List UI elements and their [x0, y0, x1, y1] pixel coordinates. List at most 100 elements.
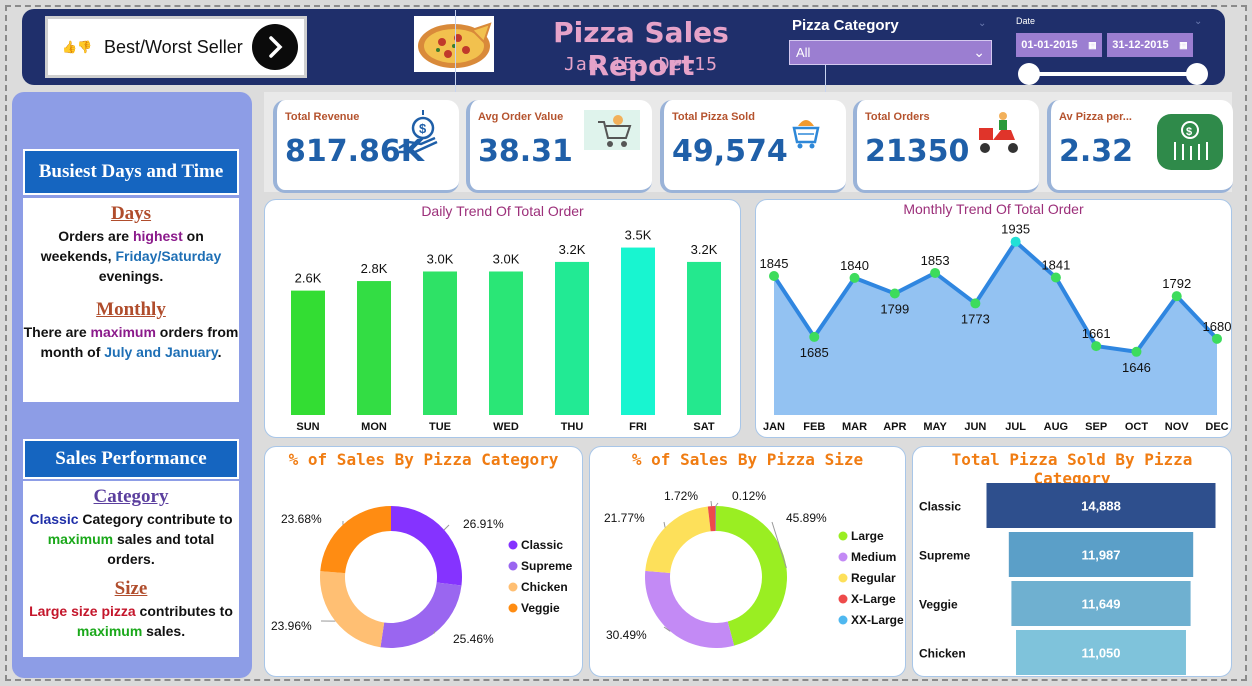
category-subheading: Category	[93, 486, 169, 507]
calendar-icon[interactable]: ▦	[1179, 40, 1188, 51]
legend-label: X-Large	[851, 592, 896, 606]
money-hand-icon: $	[398, 110, 438, 154]
legend-marker	[838, 594, 848, 604]
data-label: 1685	[800, 345, 829, 360]
daily-trend-chart: 2.6K SUN 2.8K MON 3.0K TUE 3.0K WED 3.2K THU 3.5K F…	[291, 228, 721, 433]
data-label: 1840	[840, 258, 869, 273]
busiest-body: Days Orders are highest on weekends, Fri…	[23, 198, 239, 402]
date-slider-end-handle[interactable]	[1186, 63, 1208, 85]
chevron-down-icon[interactable]: ⌄	[978, 18, 986, 29]
kpi-title: Total Revenue	[285, 111, 360, 123]
size-donut-chart: 45.89% Large 30.49% Medium 21.77% Regular 1.72…	[604, 489, 904, 648]
x-tick-label: AUG	[1044, 421, 1068, 433]
data-label: 30.49%	[606, 628, 647, 642]
bar	[687, 261, 721, 415]
x-tick-label: JUN	[964, 421, 986, 433]
x-tick-label: MAR	[842, 421, 867, 433]
legend-label: Large	[851, 529, 884, 543]
bar	[291, 290, 325, 415]
data-point	[889, 288, 900, 299]
x-tick-label: FRI	[629, 421, 647, 433]
data-label: 1661	[1082, 326, 1111, 341]
x-tick-label: DEC	[1205, 421, 1228, 433]
x-tick-label: THU	[561, 421, 584, 433]
data-point	[970, 298, 981, 309]
pizza-icon	[414, 16, 494, 72]
category-filter-value: All	[796, 45, 811, 60]
svg-text:$: $	[1186, 126, 1192, 138]
data-label: 3.5K	[625, 228, 652, 243]
calendar-icon[interactable]: ▦	[1088, 40, 1097, 51]
size-text: Large size pizza contributes to maximum …	[29, 603, 233, 639]
data-label: 3.0K	[493, 251, 520, 266]
data-label: 14,888	[1081, 499, 1121, 514]
donut-slice	[645, 570, 735, 648]
legend-label: Chicken	[521, 580, 568, 594]
legend-marker	[508, 603, 518, 613]
bar	[423, 271, 457, 415]
date-end-value: 31-12-2015	[1112, 39, 1169, 51]
date-slider-start-handle[interactable]	[1018, 63, 1040, 85]
money-growth-icon: $	[1157, 114, 1223, 170]
leader-line	[715, 502, 719, 507]
date-start-input[interactable]: 01-01-2015 ▦	[1016, 33, 1102, 57]
kpi-card-total-orders: Total Orders 21350	[853, 100, 1039, 193]
legend-marker	[838, 552, 848, 562]
kpi-title: Total Orders	[865, 111, 930, 123]
x-tick-label: SEP	[1085, 421, 1107, 433]
donut-slice	[645, 506, 711, 573]
donut-slice	[391, 506, 462, 586]
data-point	[930, 267, 941, 278]
kpi-card-avg-order-value: Avg Order Value 38.31	[466, 100, 652, 193]
data-point	[1212, 333, 1222, 344]
data-label: 1841	[1041, 258, 1070, 273]
days-subheading: Days	[110, 203, 152, 224]
pizza-sold-funnel-chart: 14,888 Classic 11,987 Supreme 11,649 Veggie 11…	[919, 483, 1216, 675]
monthly-text: There are maximum orders from month of J…	[23, 324, 239, 360]
kpi-title: Avg Order Value	[478, 111, 564, 123]
data-label: 3.0K	[427, 251, 454, 266]
data-label: 23.68%	[281, 512, 322, 526]
chevron-down-icon: ⌄	[973, 44, 985, 60]
bar	[621, 247, 655, 415]
data-label: 1845	[760, 256, 789, 271]
data-point	[1131, 346, 1142, 357]
best-worst-seller-button[interactable]: 👍👎 Best/Worst Seller	[45, 16, 307, 78]
legend-label: Classic	[521, 538, 563, 552]
divider-line	[455, 10, 456, 98]
data-label: 1935	[1001, 222, 1030, 237]
data-label: 1.72%	[664, 489, 698, 503]
data-label: 11,050	[1081, 646, 1120, 661]
x-tick-label: WED	[493, 421, 519, 433]
bar	[357, 281, 391, 415]
legend-marker	[508, 540, 518, 550]
shopping-cart-icon	[584, 110, 640, 150]
category-label: Chicken	[919, 647, 966, 661]
date-slider-track[interactable]	[1028, 72, 1198, 76]
leader-line	[710, 500, 713, 507]
delivery-scooter-icon	[979, 112, 1018, 153]
legend-marker	[838, 615, 848, 625]
data-label: 3.2K	[691, 242, 718, 257]
x-tick-label: MAY	[923, 421, 947, 433]
category-filter-select[interactable]: All ⌄	[789, 40, 992, 65]
data-label: 23.96%	[271, 619, 312, 633]
chevron-right-icon[interactable]	[252, 24, 298, 70]
legend-label: Regular	[851, 571, 896, 585]
chevron-down-icon[interactable]: ⌄	[1194, 16, 1202, 27]
kpi-value: 38.31	[478, 134, 573, 169]
category-donut-card: % of Sales By Pizza Category 26.91% Class…	[264, 446, 583, 677]
x-tick-label: TUE	[429, 421, 451, 433]
data-point	[1091, 341, 1102, 352]
sales-heading: Sales Performance	[23, 439, 239, 479]
donut-slice	[320, 571, 385, 648]
report-subtitle: Jan 15- Dec15	[564, 54, 718, 75]
data-label: 11,649	[1081, 597, 1120, 612]
legend-marker	[838, 531, 848, 541]
data-point	[1010, 236, 1021, 247]
data-label: 1680	[1203, 319, 1232, 334]
x-tick-label: APR	[883, 421, 906, 433]
cart-pizza-icon	[792, 120, 820, 149]
date-end-input[interactable]: 31-12-2015 ▦	[1107, 33, 1193, 57]
size-subheading: Size	[114, 578, 148, 599]
